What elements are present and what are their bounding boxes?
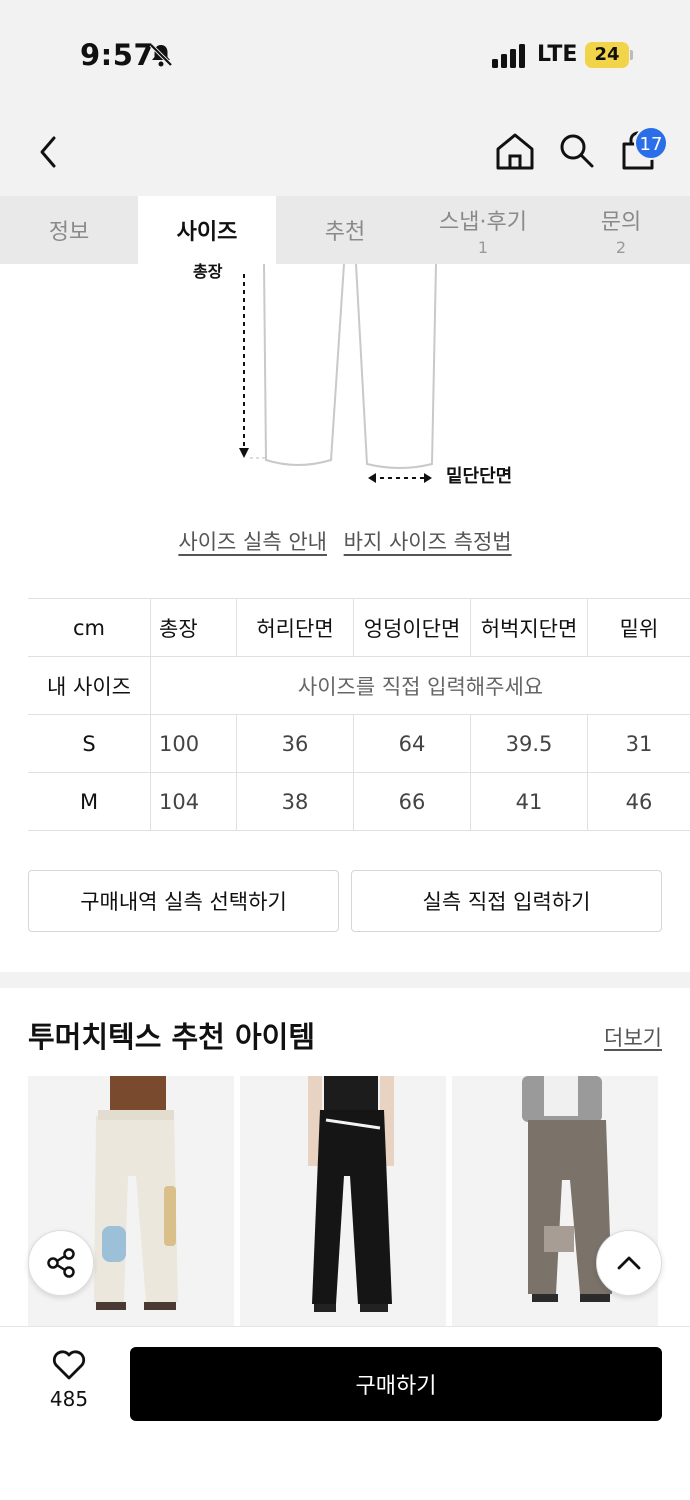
scroll-top-button[interactable] xyxy=(596,1230,662,1296)
table-cell: 36 xyxy=(237,715,354,772)
table-cell: 41 xyxy=(471,773,588,830)
tab-label: 문의 xyxy=(600,209,642,235)
status-time: 9:57 xyxy=(80,38,155,72)
table-cell: 38 xyxy=(237,773,354,830)
size-diagram: 총장 밑단단면 xyxy=(0,262,690,504)
table-header: 허리단면 xyxy=(237,599,354,656)
table-row: S 100 36 64 39.5 31 xyxy=(28,715,690,773)
purchase-history-size-button[interactable]: 구매내역 실측 선택하기 xyxy=(28,870,339,932)
table-cell: 66 xyxy=(354,773,471,830)
top-nav: 17 xyxy=(0,110,690,196)
back-arrow-icon[interactable] xyxy=(32,132,66,172)
tab-size[interactable]: 사이즈 xyxy=(138,196,276,264)
buy-button[interactable]: 구매하기 xyxy=(130,1347,662,1421)
table-cell: 64 xyxy=(354,715,471,772)
cart-count-badge: 17 xyxy=(634,126,668,160)
product-image-black-pants xyxy=(308,1076,394,1312)
recommend-product-list xyxy=(28,1076,690,1326)
tab-snap-review[interactable]: 스냅·후기 1 xyxy=(414,196,552,264)
tab-count: 1 xyxy=(477,237,489,257)
share-button[interactable] xyxy=(28,1230,94,1296)
like-button[interactable]: 485 xyxy=(38,1349,100,1411)
status-bar: 9:57 LTE 24 xyxy=(0,0,690,110)
heart-icon[interactable] xyxy=(624,1292,690,1326)
table-cell: 100 xyxy=(151,715,237,772)
size-action-buttons: 구매내역 실측 선택하기 실측 직접 입력하기 xyxy=(28,870,662,932)
table-header: 밑위 xyxy=(619,616,659,641)
battery-indicator: 24 xyxy=(585,42,629,68)
tab-label: 스냅·후기 xyxy=(439,209,527,235)
search-icon[interactable] xyxy=(556,130,596,170)
tab-recommend[interactable]: 추천 xyxy=(276,196,414,264)
size-table: cm 총장 허리단면 엉덩이단면 허벅지단면 밑위 내 사이즈 사이즈를 직접 … xyxy=(28,598,690,831)
product-card[interactable] xyxy=(240,1076,446,1326)
recommend-section-title: 투머치텍스 추천 아이템 xyxy=(28,1020,315,1054)
tab-label: 추천 xyxy=(324,220,366,245)
size-name: M xyxy=(28,773,151,830)
network-label: LTE xyxy=(537,42,578,67)
pants-outline-illustration xyxy=(239,264,437,483)
signal-icon xyxy=(492,44,525,68)
bottom-purchase-bar: 485 구매하기 xyxy=(0,1326,690,1500)
table-row: M 104 38 66 41 46 xyxy=(28,773,690,831)
table-header: 허벅지단면 xyxy=(471,599,588,656)
tab-label: 정보 xyxy=(48,220,90,245)
table-header-row: cm 총장 허리단면 엉덩이단면 허벅지단면 밑위 xyxy=(28,599,690,657)
manual-size-input-button[interactable]: 실측 직접 입력하기 xyxy=(351,870,662,932)
more-link[interactable]: 더보기 xyxy=(604,1022,662,1052)
heart-outline-icon xyxy=(52,1350,86,1380)
length-label: 총장 xyxy=(193,262,223,281)
bell-muted-icon xyxy=(149,43,173,67)
home-icon[interactable] xyxy=(494,130,536,172)
tab-label: 사이즈 xyxy=(176,220,238,245)
product-tabs: 정보 사이즈 추천 스냅·후기 1 문의 2 xyxy=(0,196,690,264)
tab-inquiry[interactable]: 문의 2 xyxy=(552,196,690,264)
battery-tip xyxy=(630,50,633,60)
size-name: S xyxy=(28,715,151,772)
pants-measure-method-link[interactable]: 바지 사이즈 측정법 xyxy=(344,530,512,554)
table-header: 총장 xyxy=(151,599,237,656)
table-header: 엉덩이단면 xyxy=(354,599,471,656)
my-size-row[interactable]: 내 사이즈 사이즈를 직접 입력해주세요 xyxy=(28,657,690,715)
chevron-up-icon xyxy=(617,1256,641,1270)
tab-info[interactable]: 정보 xyxy=(0,196,138,264)
my-size-input-prompt[interactable]: 사이즈를 직접 입력해주세요 xyxy=(151,657,690,714)
table-cell: 46 xyxy=(625,789,653,814)
size-guide-links: 사이즈 실측 안내 바지 사이즈 측정법 xyxy=(0,526,690,556)
table-header: cm xyxy=(28,599,151,656)
share-icon xyxy=(47,1248,75,1278)
section-divider xyxy=(0,972,690,988)
table-cell: 39.5 xyxy=(471,715,588,772)
table-cell: 31 xyxy=(625,731,653,756)
hem-width-label: 밑단단면 xyxy=(446,466,513,487)
table-cell: 104 xyxy=(151,773,237,830)
tab-count: 2 xyxy=(615,237,627,257)
like-count: 485 xyxy=(49,1387,89,1411)
my-size-label: 내 사이즈 xyxy=(28,657,151,714)
size-measure-guide-link[interactable]: 사이즈 실측 안내 xyxy=(178,530,327,554)
